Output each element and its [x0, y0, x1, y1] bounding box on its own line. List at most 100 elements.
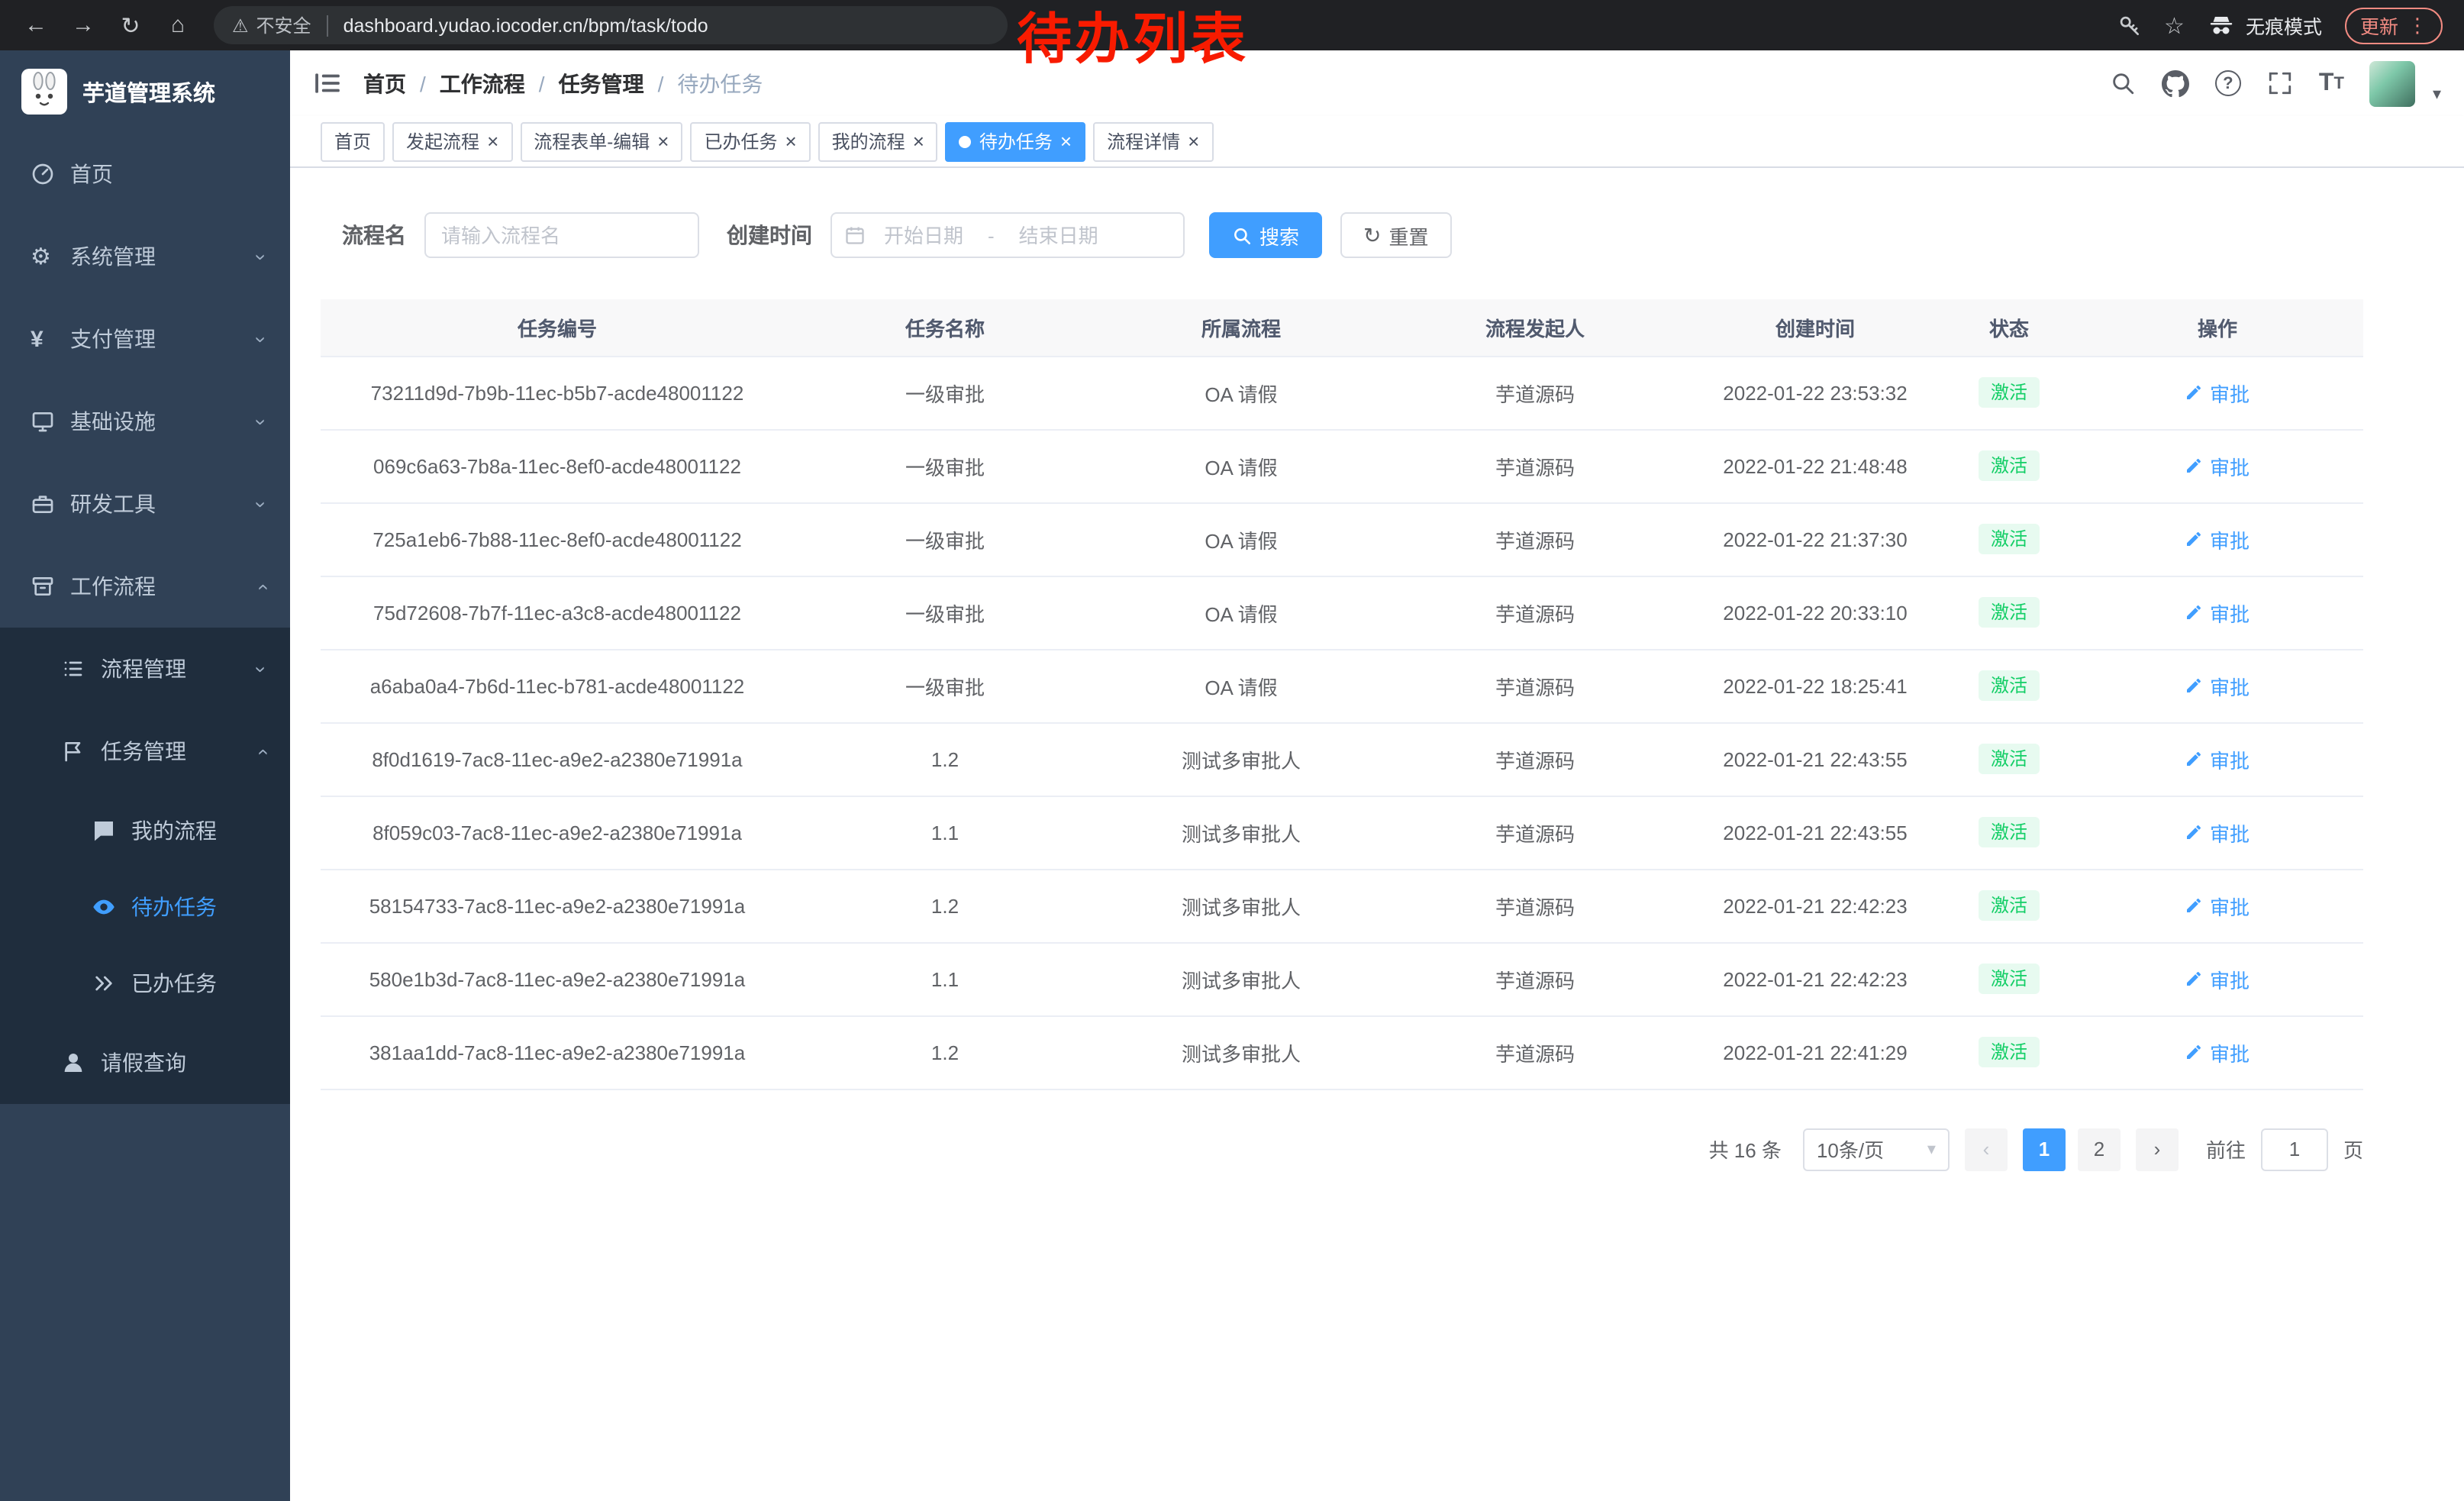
- goto-label: 前往: [2206, 1135, 2246, 1164]
- navbar-right: ? TT ▾: [2110, 60, 2441, 106]
- github-icon[interactable]: [2162, 69, 2189, 97]
- page-size-select[interactable]: 10条/页 ▾: [1803, 1128, 1950, 1170]
- cell-created: 2022-01-21 22:42:23: [1684, 869, 1946, 942]
- sidebar-item-task-mgmt[interactable]: 任务管理›: [0, 710, 290, 792]
- end-date-input[interactable]: [1004, 224, 1114, 247]
- forward-button[interactable]: →: [63, 5, 104, 46]
- password-key-icon[interactable]: [2117, 13, 2141, 37]
- reload-button[interactable]: ↻: [110, 5, 151, 46]
- browser-chrome: ← → ↻ ⌂ ⚠ 不安全 dashboard.yudao.iocoder.cn…: [0, 0, 2464, 50]
- column-header: 所属流程: [1096, 299, 1386, 356]
- chevron-down-icon: ›: [250, 501, 273, 508]
- sidebar-item-workflow[interactable]: 工作流程›: [0, 545, 290, 628]
- breadcrumb-separator: /: [658, 71, 664, 95]
- cell-task-id: 069c6a63-7b8a-11ec-8ef0-acde48001122: [321, 429, 794, 502]
- font-size-icon[interactable]: TT: [2319, 69, 2344, 97]
- table-row: 58154733-7ac8-11ec-a9e2-a2380e71991a1.2测…: [321, 869, 2363, 942]
- tab-todo-tasks[interactable]: 待办任务×: [946, 121, 1085, 161]
- sidebar-item-my-process[interactable]: 我的流程: [0, 792, 290, 869]
- cell-process: 测试多审批人: [1096, 942, 1386, 1015]
- cell-created: 2022-01-21 22:41:29: [1684, 1015, 1946, 1089]
- approve-link[interactable]: 审批: [2185, 744, 2250, 773]
- edit-icon: [2185, 970, 2204, 988]
- column-header: 状态: [1946, 299, 2072, 356]
- approve-link[interactable]: 审批: [2185, 598, 2250, 627]
- page-button-1[interactable]: 1: [2023, 1128, 2066, 1170]
- next-page-button[interactable]: ›: [2136, 1128, 2179, 1170]
- page-button-2[interactable]: 2: [2078, 1128, 2121, 1170]
- cell-status: 激活: [1946, 356, 2072, 429]
- sidebar-item-dev-tools[interactable]: 研发工具›: [0, 463, 290, 545]
- start-date-input[interactable]: [869, 224, 979, 247]
- cell-task-name: 一级审批: [794, 429, 1096, 502]
- sidebar-item-process-mgmt[interactable]: 流程管理›: [0, 628, 290, 710]
- avatar[interactable]: [2370, 60, 2416, 106]
- date-range-picker[interactable]: -: [830, 212, 1185, 258]
- approve-link[interactable]: 审批: [2185, 1038, 2250, 1067]
- breadcrumb-item[interactable]: 任务管理: [559, 68, 644, 98]
- cell-initiator: 芋道源码: [1386, 429, 1684, 502]
- yen-icon: ¥: [31, 328, 70, 350]
- breadcrumb-item[interactable]: 首页: [363, 68, 406, 98]
- process-name-input[interactable]: [424, 212, 699, 258]
- breadcrumb-item[interactable]: 工作流程: [440, 68, 525, 98]
- edit-icon: [2185, 603, 2204, 621]
- cell-created: 2022-01-21 22:43:55: [1684, 722, 1946, 796]
- filter-bar: 流程名 创建时间 - 搜索: [342, 212, 2433, 258]
- approve-link[interactable]: 审批: [2185, 964, 2250, 993]
- sidebar-item-todo-task[interactable]: 待办任务: [0, 869, 290, 945]
- logo[interactable]: 芋道管理系统: [0, 50, 290, 133]
- security-chip[interactable]: ⚠ 不安全: [232, 12, 311, 38]
- tab-done-tasks[interactable]: 已办任务×: [690, 121, 810, 161]
- close-icon[interactable]: ×: [487, 131, 498, 151]
- approve-link[interactable]: 审批: [2185, 451, 2250, 480]
- tab-form-edit[interactable]: 流程表单-编辑×: [520, 121, 682, 161]
- prev-page-button[interactable]: ‹: [1965, 1128, 2008, 1170]
- address-bar[interactable]: ⚠ 不安全 dashboard.yudao.iocoder.cn/bpm/tas…: [214, 6, 1008, 44]
- cell-process: 测试多审批人: [1096, 796, 1386, 869]
- close-icon[interactable]: ×: [1060, 131, 1072, 151]
- fullscreen-icon[interactable]: [2267, 70, 2293, 96]
- approve-link[interactable]: 审批: [2185, 818, 2250, 847]
- approve-link[interactable]: 审批: [2185, 378, 2250, 407]
- sidebar-item-system-mgmt[interactable]: ⚙系统管理›: [0, 215, 290, 298]
- update-button[interactable]: 更新 ⋮: [2345, 7, 2443, 44]
- close-icon[interactable]: ×: [913, 131, 924, 151]
- chevron-up-icon: ›: [250, 583, 273, 590]
- close-icon[interactable]: ×: [657, 131, 669, 151]
- eye-icon: [92, 895, 131, 919]
- help-icon[interactable]: ?: [2215, 70, 2241, 96]
- sidebar-item-done-task[interactable]: 已办任务: [0, 945, 290, 1022]
- tab-process-detail[interactable]: 流程详情×: [1093, 121, 1213, 161]
- goto-suffix: 页: [2343, 1135, 2363, 1164]
- cell-task-id: 73211d9d-7b9b-11ec-b5b7-acde48001122: [321, 356, 794, 429]
- cell-initiator: 芋道源码: [1386, 649, 1684, 722]
- approve-link[interactable]: 审批: [2185, 671, 2250, 700]
- table-row: a6aba0a4-7b6d-11ec-b781-acde48001122一级审批…: [321, 649, 2363, 722]
- approve-link[interactable]: 审批: [2185, 891, 2250, 920]
- close-icon[interactable]: ×: [785, 131, 796, 151]
- sidebar-item-payment-mgmt[interactable]: ¥支付管理›: [0, 298, 290, 380]
- cell-task-name: 一级审批: [794, 356, 1096, 429]
- close-icon[interactable]: ×: [1188, 131, 1199, 151]
- tab-home[interactable]: 首页: [321, 121, 385, 161]
- tab-my-processes[interactable]: 我的流程×: [818, 121, 938, 161]
- back-button[interactable]: ←: [15, 5, 56, 46]
- approve-link[interactable]: 审批: [2185, 525, 2250, 554]
- chevron-down-icon: ›: [250, 336, 273, 343]
- hamburger-icon[interactable]: [313, 69, 342, 98]
- home-button[interactable]: ⌂: [157, 5, 198, 46]
- sidebar-item-leave-query[interactable]: 请假查询: [0, 1022, 290, 1104]
- user-icon: [61, 1051, 101, 1075]
- search-icon[interactable]: [2110, 70, 2136, 96]
- bookmark-star-icon[interactable]: ☆: [2164, 11, 2185, 39]
- tab-launch-process[interactable]: 发起流程×: [392, 121, 512, 161]
- sidebar-item-infrastructure[interactable]: 基础设施›: [0, 380, 290, 463]
- toolbox-icon: [31, 492, 70, 516]
- goto-page-input[interactable]: [2261, 1128, 2328, 1170]
- table-header-row: 任务编号任务名称所属流程流程发起人创建时间状态操作: [321, 299, 2363, 356]
- reset-button[interactable]: ↻ 重置: [1340, 212, 1452, 258]
- sidebar-item-home[interactable]: 首页: [0, 133, 290, 215]
- search-button[interactable]: 搜索: [1209, 212, 1322, 258]
- edit-icon: [2185, 676, 2204, 695]
